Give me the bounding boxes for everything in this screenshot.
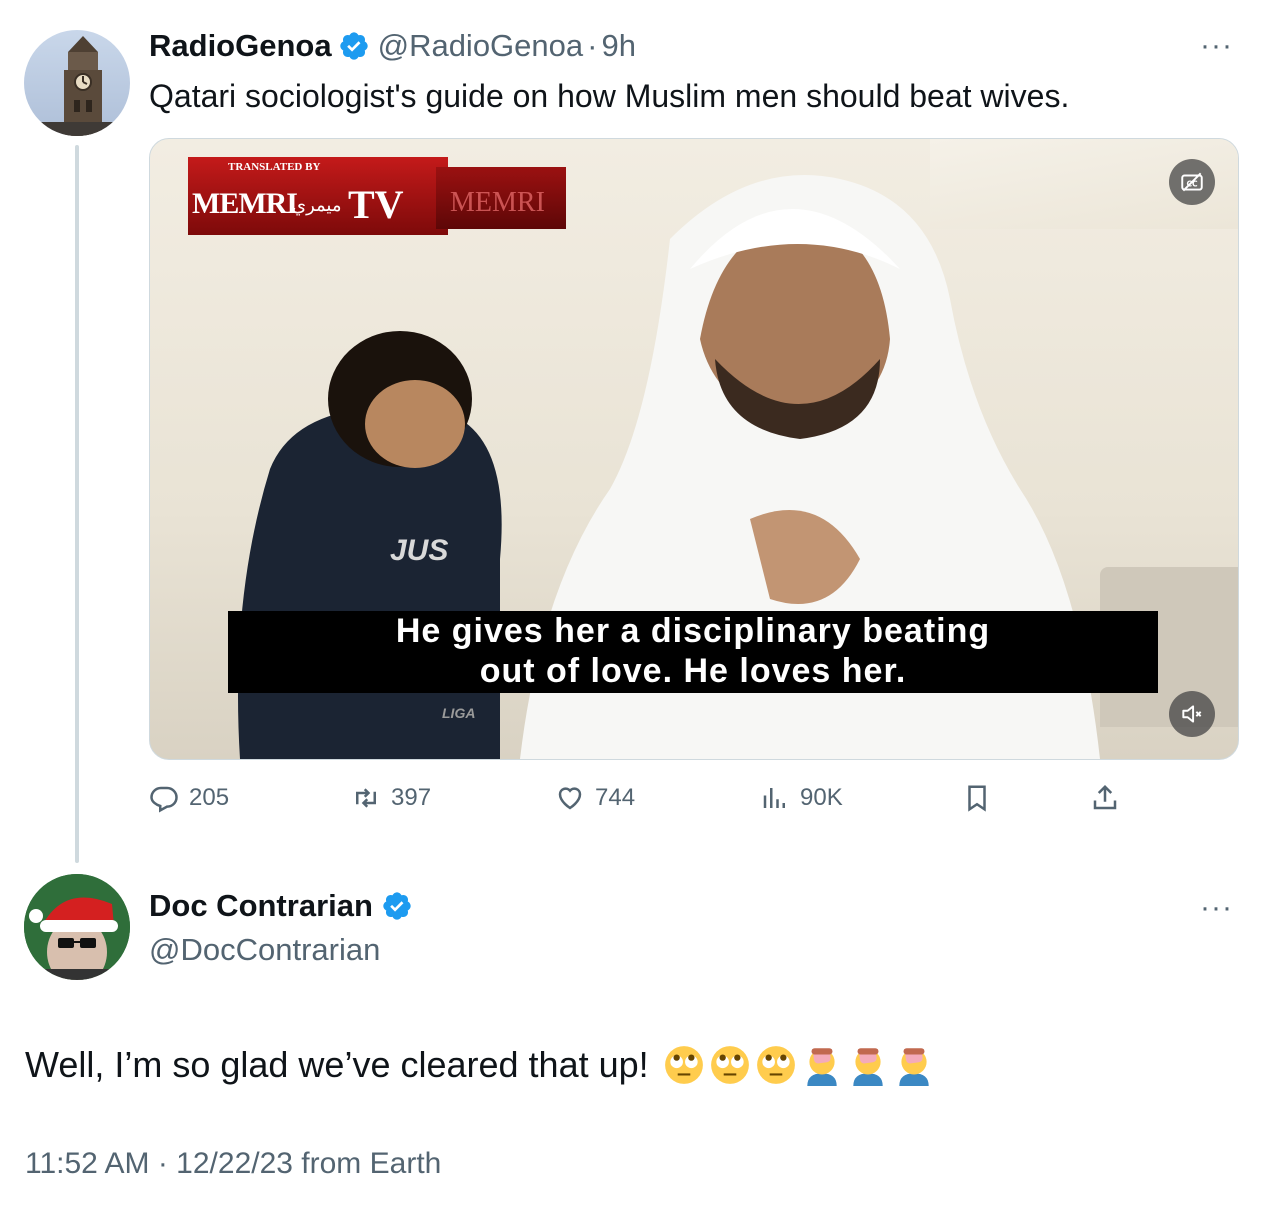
view-count: 90K bbox=[800, 784, 843, 811]
thread-connector bbox=[75, 145, 79, 863]
reply-timestamp[interactable]: 11:52 AM · 12/22/23 from Earth bbox=[25, 1147, 441, 1181]
captions-off-icon: CC bbox=[1181, 172, 1203, 192]
repost-count: 397 bbox=[391, 784, 432, 811]
mute-toggle-button[interactable] bbox=[1169, 691, 1215, 737]
memri-arabic: ميمري bbox=[292, 195, 342, 216]
heart-icon bbox=[558, 787, 582, 810]
verified-badge-icon bbox=[383, 892, 411, 920]
bookmark-icon bbox=[968, 785, 986, 812]
facepalm-emoji-icon bbox=[852, 1048, 883, 1086]
facepalm-emoji-icon bbox=[806, 1048, 837, 1086]
timestamp[interactable]: 9h bbox=[601, 28, 635, 64]
memri-translated-label: TRANSLATED BY bbox=[228, 161, 321, 173]
reply-handle[interactable]: @DocContrarian bbox=[149, 932, 380, 968]
tweet-video[interactable]: JUS LIGA TRANSLATED BY MEMRI ميمري TV ME… bbox=[149, 138, 1239, 760]
reply-display-name[interactable]: Doc Contrarian bbox=[149, 888, 373, 924]
memri-tv: TV bbox=[348, 182, 404, 227]
display-name[interactable]: RadioGenoa bbox=[149, 28, 332, 64]
shirt-print: JUS bbox=[390, 534, 449, 567]
tweet-text: Qatari sociologist's guide on how Muslim… bbox=[149, 78, 1070, 114]
repost-icon bbox=[356, 788, 376, 808]
reply-text-row: Well, I’m so glad we’ve cleared that up! bbox=[25, 1044, 935, 1086]
reply-icon bbox=[150, 786, 178, 813]
reply-button[interactable]: 205 bbox=[149, 780, 229, 816]
handle[interactable]: @RadioGenoa bbox=[378, 28, 584, 64]
share-icon bbox=[1093, 784, 1117, 810]
reply-count: 205 bbox=[189, 784, 230, 811]
like-count: 744 bbox=[595, 784, 636, 811]
bookmark-button[interactable] bbox=[962, 780, 1002, 816]
repost-button[interactable]: 397 bbox=[351, 780, 431, 816]
views-bar-chart-icon bbox=[763, 788, 785, 808]
reply-header: Doc Contrarian bbox=[149, 888, 413, 924]
caption-line-2: out of love. He loves her. bbox=[479, 652, 907, 690]
rolling-eyes-emoji-icon bbox=[710, 1046, 749, 1084]
radiogenoa-avatar[interactable] bbox=[24, 30, 130, 136]
memri-brand: MEMRI bbox=[192, 187, 298, 220]
memri-ghost: MEMRI bbox=[450, 187, 545, 218]
reply-text: Well, I’m so glad we’ve cleared that up! bbox=[25, 1044, 649, 1085]
reply-more-options-icon[interactable]: ··· bbox=[1200, 893, 1233, 923]
like-button[interactable]: 744 bbox=[555, 780, 635, 816]
captions-toggle-button[interactable]: CC bbox=[1169, 159, 1215, 205]
rolling-eyes-emoji-icon bbox=[664, 1046, 703, 1084]
santa-hat-portrait-icon bbox=[24, 874, 130, 980]
separator: · bbox=[587, 28, 598, 63]
verified-badge-icon bbox=[339, 32, 368, 60]
facepalm-emoji-icon bbox=[898, 1048, 929, 1086]
share-button[interactable] bbox=[1090, 780, 1130, 816]
volume-muted-icon bbox=[1182, 705, 1202, 723]
rolling-eyes-emoji-icon bbox=[756, 1046, 795, 1084]
shirt-print-2: LIGA bbox=[442, 705, 476, 721]
doccontrarian-avatar[interactable] bbox=[24, 874, 130, 980]
tweet-header: RadioGenoa @RadioGenoa · 9h bbox=[149, 28, 636, 64]
more-options-icon[interactable]: ··· bbox=[1200, 31, 1233, 61]
views-button[interactable]: 90K bbox=[760, 780, 843, 816]
memri-watermark: TRANSLATED BY MEMRI ميمري TV MEMRI bbox=[188, 147, 568, 235]
clock-tower-icon bbox=[24, 36, 130, 136]
video-caption: He gives her a disciplinary beating out … bbox=[228, 611, 1158, 693]
caption-line-1: He gives her a disciplinary beating bbox=[395, 612, 991, 650]
